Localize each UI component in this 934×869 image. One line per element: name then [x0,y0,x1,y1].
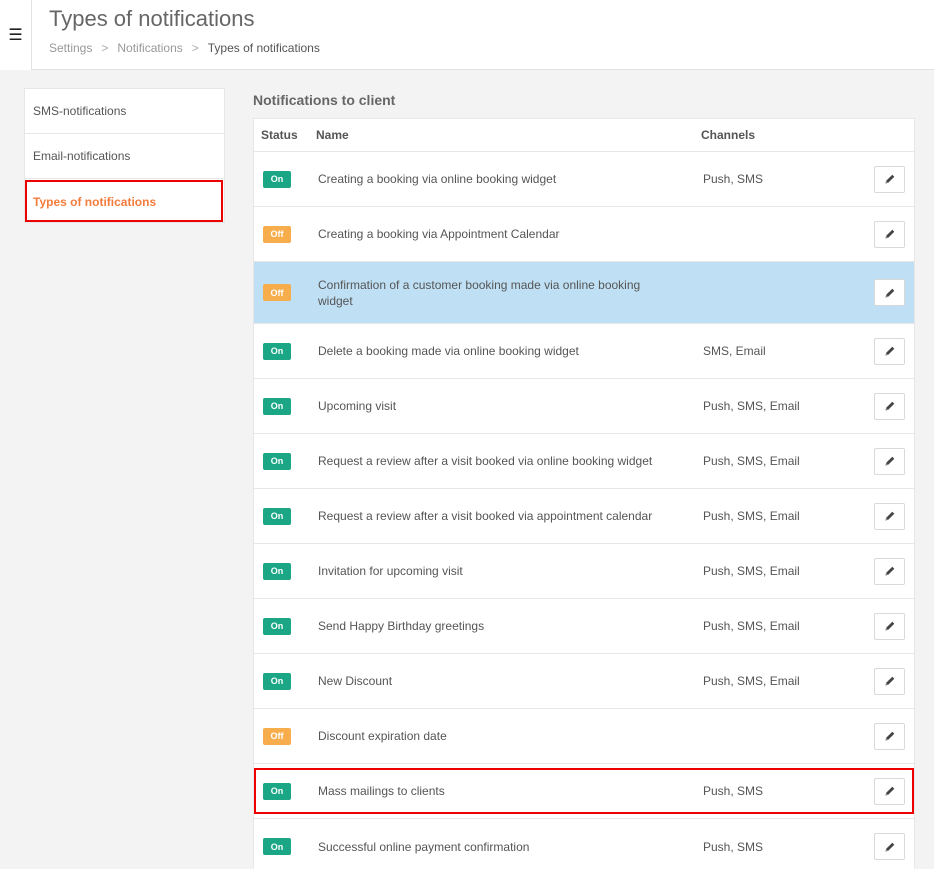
settings-sidebar: SMS-notifications Email-notifications Ty… [24,88,225,223]
notification-name: Discount expiration date [318,729,447,743]
pencil-icon [884,675,896,687]
hamburger-menu-button[interactable]: ☰ [0,0,32,70]
table-row[interactable]: On Successful online payment confirmation… [254,819,914,869]
notification-name: Creating a booking via Appointment Calen… [318,227,560,241]
notification-channels: Push, SMS [703,839,764,854]
status-badge: Off [263,727,291,745]
notification-channels: Push, SMS, Email [703,564,800,578]
notification-name: Creating a booking via online booking wi… [318,172,557,186]
pencil-icon [884,841,896,853]
edit-button[interactable] [874,220,905,248]
notification-name: Successful online payment confirmation [318,839,530,854]
breadcrumb-current: Types of notifications [207,41,320,55]
status-badge: On [263,782,291,800]
breadcrumb: Settings > Notifications > Types of noti… [49,41,320,55]
edit-button[interactable] [874,833,905,860]
status-badge: On [263,672,291,690]
notification-name: Delete a booking made via online booking… [318,344,579,358]
notification-channels: SMS, Email [703,344,766,358]
pencil-icon [884,510,896,522]
notification-channels: Push, SMS, Email [703,399,800,413]
breadcrumb-notifications[interactable]: Notifications [117,41,182,55]
sidebar-item-sms-notifications[interactable]: SMS-notifications [25,89,224,134]
top-header: ☰ Types of notifications Settings > Noti… [0,0,934,70]
notification-name: Invitation for upcoming visit [318,564,463,578]
status-badge: Off [263,225,291,243]
edit-button[interactable] [874,165,905,193]
breadcrumb-separator: > [101,41,109,55]
notification-channels: Push, SMS, Email [703,509,800,523]
table-row[interactable]: On Invitation for upcoming visit Push, SMS… [254,544,914,599]
edit-button[interactable] [874,279,905,306]
edit-button[interactable] [874,392,905,420]
column-header-name: Name [316,128,349,142]
notification-name: Request a review after a visit booked vi… [318,509,653,523]
table-row[interactable]: On Mass mailings to clients Push, SMS [254,764,914,819]
edit-button[interactable] [874,447,905,475]
pencil-icon [884,228,896,240]
pencil-icon [884,455,896,467]
table-row[interactable]: On Upcoming visit Push, SMS, Email [254,379,914,434]
table-row[interactable]: On Request a review after a visit booked … [254,434,914,489]
status-badge: On [263,507,291,525]
table-row[interactable]: Off Creating a booking via Appointment Ca… [254,207,914,262]
edit-button[interactable] [874,667,905,695]
breadcrumb-settings[interactable]: Settings [49,41,92,55]
notification-name: Mass mailings to clients [318,784,445,798]
section-title: Notifications to client [253,92,396,108]
notification-channels: Push, SMS, Email [703,454,800,468]
edit-button[interactable] [874,612,905,640]
notification-name: Send Happy Birthday greetings [318,619,485,633]
pencil-icon [884,565,896,577]
status-badge: Off [263,284,291,301]
column-header-channels: Channels [701,128,756,142]
pencil-icon [884,287,896,299]
hamburger-icon: ☰ [8,27,23,44]
table-row[interactable]: On Creating a booking via online booking … [254,152,914,207]
edit-button[interactable] [874,777,905,805]
status-badge: On [263,452,291,470]
edit-button[interactable] [874,722,905,750]
status-badge: On [263,562,291,580]
table-row[interactable]: On Delete a booking made via online booki… [254,324,914,379]
column-header-status: Status [261,128,298,142]
edit-button[interactable] [874,502,905,530]
sidebar-item-types-of-notifications[interactable]: Types of notifications [25,179,224,224]
notification-channels: Push, SMS [703,172,764,186]
notification-name: Confirmation of a customer booking made … [318,277,641,308]
table-header: Status Name Channels [254,119,914,152]
pencil-icon [884,173,896,185]
status-badge: On [263,617,291,635]
notification-name: Request a review after a visit booked vi… [318,454,653,468]
table-row[interactable]: On Request a review after a visit booked … [254,489,914,544]
page-title: Types of notifications [49,6,255,31]
notification-name: Upcoming visit [318,399,397,413]
table-row[interactable]: Off Confirmation of a customer booking ma… [254,262,914,324]
edit-button[interactable] [874,337,905,365]
status-badge: On [263,838,291,855]
table-row[interactable]: Off Discount expiration date [254,709,914,764]
pencil-icon [884,620,896,632]
table-row[interactable]: On Send Happy Birthday greetings Push, SMS… [254,599,914,654]
pencil-icon [884,345,896,357]
pencil-icon [884,785,896,797]
notifications-table: Status Name Channels On Creating a bookin… [253,118,915,869]
sidebar-item-email-notifications[interactable]: Email-notifications [25,134,224,179]
notification-channels: Push, SMS [703,784,764,798]
status-badge: On [263,342,291,360]
edit-button[interactable] [874,557,905,585]
table-body: On Creating a booking via online booking … [254,152,914,869]
breadcrumb-separator: > [191,41,199,55]
notification-name: New Discount [318,674,393,688]
pencil-icon [884,400,896,412]
notification-channels: Push, SMS, Email [703,674,800,688]
table-row[interactable]: On New Discount Push, SMS, Email [254,654,914,709]
status-badge: On [263,397,291,415]
notification-channels: Push, SMS, Email [703,619,800,633]
status-badge: On [263,170,291,188]
pencil-icon [884,730,896,742]
